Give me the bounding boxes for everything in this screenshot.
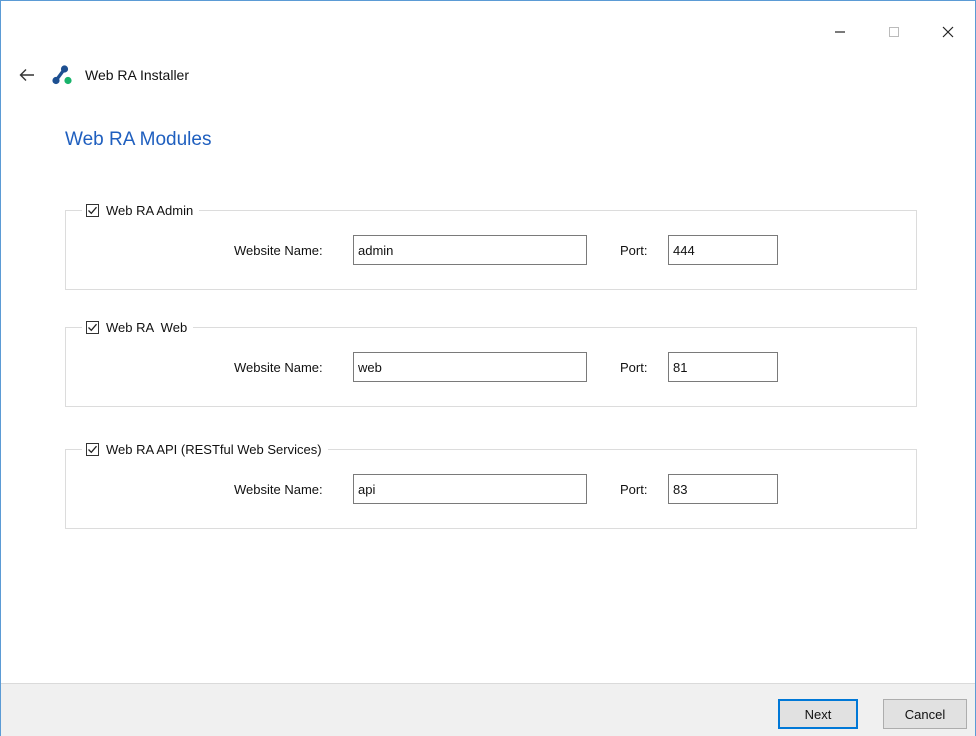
window-controls bbox=[813, 1, 975, 63]
close-button[interactable] bbox=[921, 1, 975, 63]
module-api-checkbox[interactable] bbox=[86, 442, 99, 456]
module-admin-checkbox-row[interactable]: Web RA Admin bbox=[82, 200, 200, 220]
web-website-name-input[interactable]: web bbox=[353, 352, 587, 382]
module-web-checkbox[interactable] bbox=[86, 320, 99, 334]
api-port-input[interactable]: 83 bbox=[668, 474, 778, 504]
admin-website-name-input[interactable]: admin bbox=[353, 235, 587, 265]
checkmark-icon bbox=[88, 445, 97, 453]
module-admin-label: Web RA Admin bbox=[106, 202, 194, 218]
back-button[interactable] bbox=[15, 63, 39, 87]
module-group-api: Web RA API (RESTful Web Services) Websit… bbox=[65, 439, 917, 529]
web-port-input[interactable]: 81 bbox=[668, 352, 778, 382]
admin-port-input[interactable]: 444 bbox=[668, 235, 778, 265]
next-button[interactable]: Next bbox=[778, 699, 858, 729]
minimize-icon bbox=[835, 31, 845, 33]
module-api-checkbox-row[interactable]: Web RA API (RESTful Web Services) bbox=[82, 439, 328, 459]
module-admin-checkbox[interactable] bbox=[86, 203, 99, 217]
cancel-button[interactable]: Cancel bbox=[883, 699, 967, 729]
port-label: Port: bbox=[620, 482, 648, 497]
maximize-button[interactable] bbox=[867, 1, 921, 63]
port-label: Port: bbox=[620, 360, 648, 375]
app-header: Web RA Installer bbox=[15, 61, 189, 89]
footer-bar: Next Cancel bbox=[1, 683, 975, 736]
module-group-web: Web RA Web Website Name: web Port: 81 bbox=[65, 317, 917, 407]
website-name-label: Website Name: bbox=[234, 482, 323, 497]
back-arrow-icon bbox=[19, 69, 34, 81]
minimize-button[interactable] bbox=[813, 1, 867, 63]
app-logo-icon bbox=[52, 65, 72, 85]
port-label: Port: bbox=[620, 243, 648, 258]
api-website-name-input[interactable]: api bbox=[353, 474, 587, 504]
app-title: Web RA Installer bbox=[85, 67, 190, 83]
close-icon bbox=[942, 26, 954, 38]
maximize-icon bbox=[889, 27, 899, 37]
installer-window: Web RA Installer Web RA Modules Web RA A… bbox=[0, 0, 976, 736]
website-name-label: Website Name: bbox=[234, 243, 323, 258]
page-title: Web RA Modules bbox=[65, 129, 212, 150]
module-web-label: Web RA Web bbox=[106, 319, 188, 335]
website-name-label: Website Name: bbox=[234, 360, 323, 375]
module-api-label: Web RA API (RESTful Web Services) bbox=[106, 441, 322, 457]
module-web-checkbox-row[interactable]: Web RA Web bbox=[82, 317, 194, 337]
module-group-admin: Web RA Admin Website Name: admin Port: 4… bbox=[65, 200, 917, 290]
checkmark-icon bbox=[88, 323, 97, 331]
checkmark-icon bbox=[88, 206, 97, 214]
